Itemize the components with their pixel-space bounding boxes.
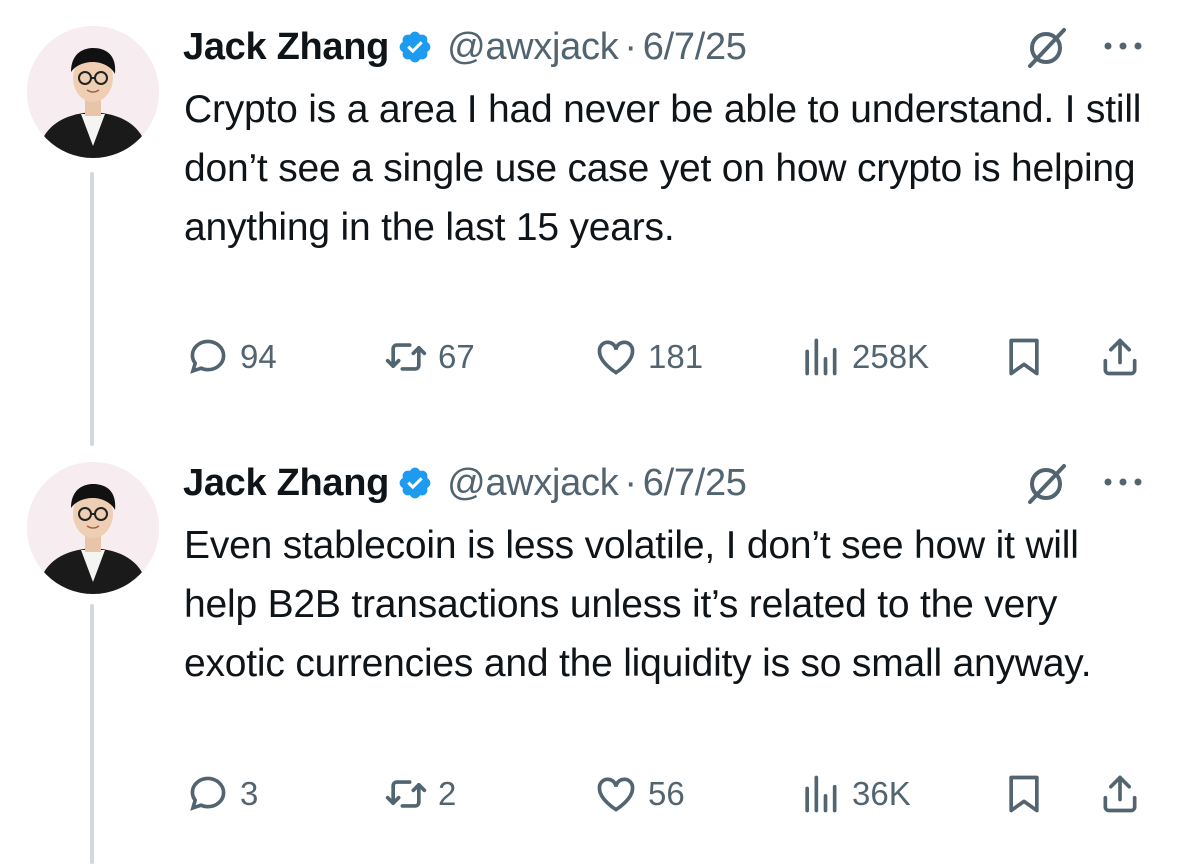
share-icon: [1103, 338, 1137, 376]
grok-icon[interactable]: [1022, 462, 1070, 506]
reply-count: 3: [240, 775, 259, 812]
like-count: 56: [648, 775, 685, 812]
more-options-icon[interactable]: [1100, 38, 1146, 54]
bookmark-button[interactable]: [1002, 769, 1046, 819]
tweet-1[interactable]: Jack Zhang @awxjack · 6/7/25 Crypto is a…: [0, 0, 1179, 446]
bookmark-icon: [1009, 338, 1039, 376]
repost-count: 2: [438, 775, 457, 812]
more-options-icon[interactable]: [1100, 474, 1146, 490]
action-bar: 94 67 181 258K: [184, 332, 1154, 382]
tweet-header: Jack Zhang @awxjack · 6/7/25: [183, 458, 747, 508]
repost-button[interactable]: 67: [384, 332, 475, 382]
views-count: 258K: [852, 338, 930, 375]
views-chart-icon: [805, 338, 837, 376]
share-icon: [1103, 775, 1137, 813]
tweet-text: Crypto is a area I had never be able to …: [184, 88, 1142, 249]
author-handle[interactable]: @awxjack: [447, 462, 619, 505]
grok-icon[interactable]: [1022, 26, 1070, 70]
avatar[interactable]: [27, 462, 159, 594]
share-button[interactable]: [1098, 769, 1142, 819]
bookmark-icon: [1009, 775, 1039, 813]
tweet-text: Even stablecoin is less volatile, I don’…: [184, 524, 1092, 685]
views-button[interactable]: 36K: [798, 769, 911, 819]
views-count: 36K: [852, 775, 911, 812]
tweet-header: Jack Zhang @awxjack · 6/7/25: [183, 22, 747, 72]
reply-count: 94: [240, 338, 277, 375]
reply-button[interactable]: 3: [186, 769, 258, 819]
share-button[interactable]: [1098, 332, 1142, 382]
bookmark-button[interactable]: [1002, 332, 1046, 382]
author-name[interactable]: Jack Zhang: [183, 462, 389, 505]
views-chart-icon: [805, 775, 837, 813]
verified-badge-icon: [399, 31, 431, 63]
repost-icon: [385, 780, 427, 808]
like-button[interactable]: 56: [594, 769, 685, 819]
action-bar: 3 2 56 36K: [184, 769, 1154, 819]
separator-dot: ·: [624, 25, 637, 68]
avatar[interactable]: [27, 26, 159, 158]
repost-button[interactable]: 2: [384, 769, 456, 819]
thread-connector-line: [90, 604, 94, 864]
thread-connector-line: [90, 172, 94, 446]
repost-count: 67: [438, 338, 475, 375]
like-button[interactable]: 181: [594, 332, 703, 382]
tweet-date[interactable]: 6/7/25: [643, 26, 747, 69]
separator-dot: ·: [624, 461, 637, 504]
reply-icon: [190, 339, 226, 374]
author-handle[interactable]: @awxjack: [447, 26, 619, 69]
like-count: 181: [648, 338, 704, 375]
reply-icon: [190, 776, 226, 811]
tweet-date[interactable]: 6/7/25: [643, 462, 747, 505]
repost-icon: [385, 343, 427, 371]
reply-button[interactable]: 94: [186, 332, 277, 382]
verified-badge-icon: [399, 467, 431, 499]
author-name[interactable]: Jack Zhang: [183, 26, 389, 69]
tweet-2[interactable]: Jack Zhang @awxjack · 6/7/25 Even stable…: [0, 436, 1179, 864]
heart-icon: [597, 340, 635, 375]
heart-icon: [597, 777, 635, 812]
views-button[interactable]: 258K: [798, 332, 929, 382]
